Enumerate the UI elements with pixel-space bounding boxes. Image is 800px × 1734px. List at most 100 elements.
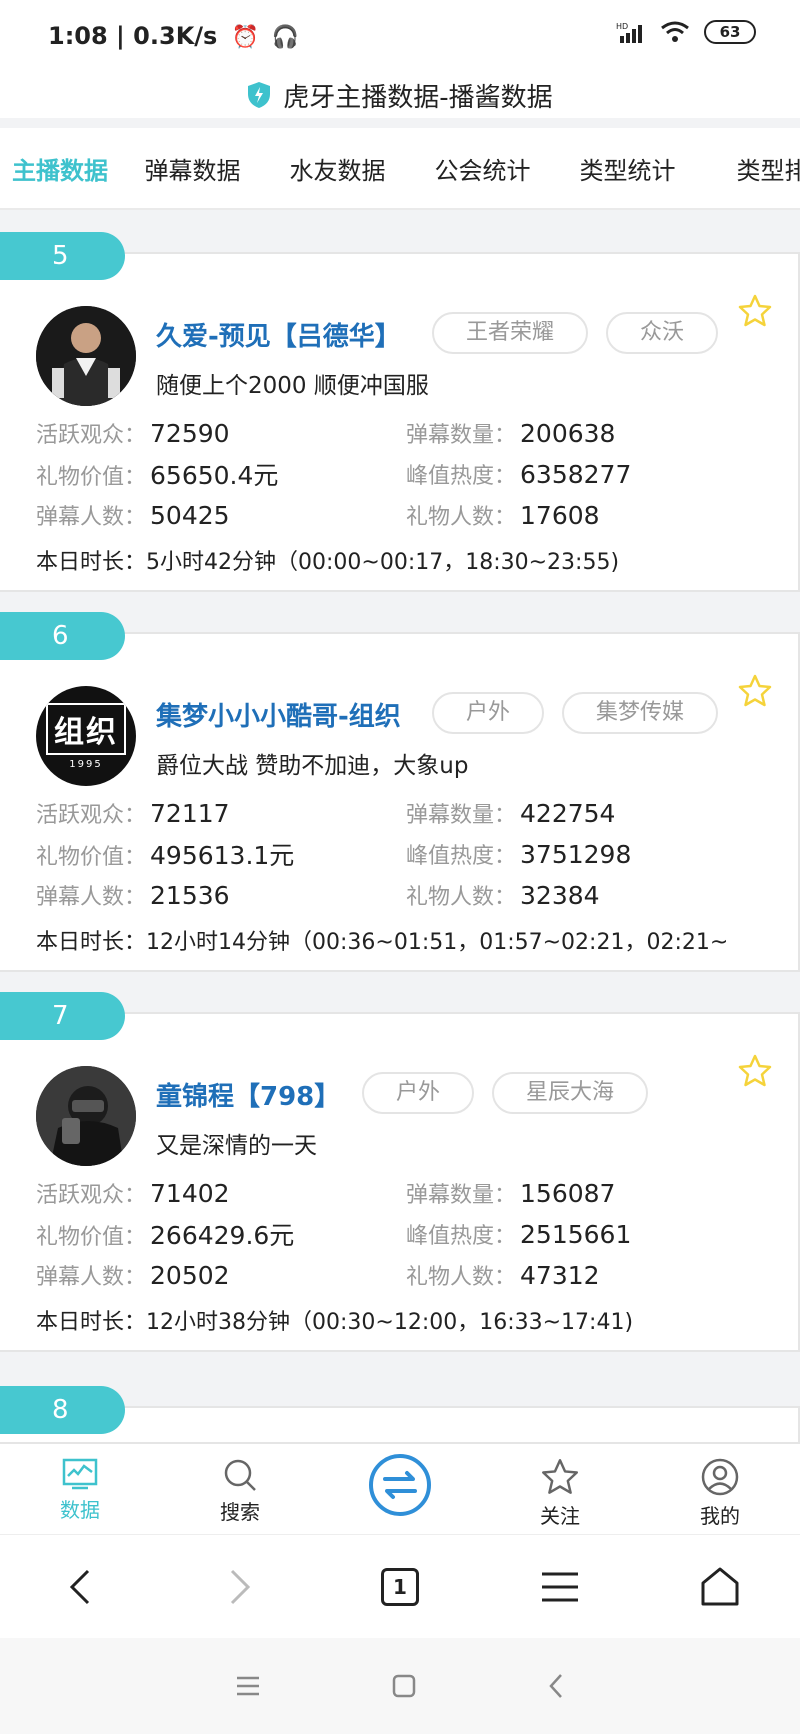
recents-icon[interactable] — [235, 1675, 261, 1697]
stat-label: 活跃观众： — [36, 422, 147, 448]
back-button[interactable] — [40, 1547, 120, 1627]
stat-label: 弹幕数量： — [406, 802, 517, 828]
stat-label: 弹幕数量： — [406, 1182, 517, 1208]
stat-label: 峰值热度： — [406, 463, 517, 489]
stats-grid: 活跃观众： 72117 弹幕数量： 422754 礼物价值： 495613.1元 峰值… — [36, 792, 776, 915]
home-button[interactable] — [680, 1547, 760, 1627]
stat-peak-heat: 3751298 — [520, 839, 632, 869]
signal-icon: HD — [616, 22, 642, 43]
star-icon[interactable] — [738, 674, 772, 708]
svg-text:HD: HD — [616, 22, 628, 31]
star-icon[interactable] — [738, 294, 772, 328]
alarm-icon: ⏰ — [231, 25, 260, 50]
stat-danmu-count: 422754 — [520, 798, 616, 828]
menu-icon — [542, 1572, 578, 1601]
nav-label: 我的 — [700, 1504, 740, 1528]
avatar-logo-text: 组织 — [46, 702, 126, 755]
stat-label: 礼物人数： — [406, 504, 517, 530]
shield-icon — [248, 82, 271, 108]
streamer-card[interactable]: 童锦程【798】 户外 星辰大海 又是深情的一天 活跃观众： 71402 弹幕数量… — [0, 1012, 800, 1352]
stat-label: 弹幕数量： — [406, 422, 517, 448]
category-tag[interactable]: 户外 — [432, 692, 545, 734]
rank-badge: 6 — [0, 612, 125, 660]
stat-danmu-users: 50425 — [150, 500, 230, 530]
menu-button[interactable] — [520, 1547, 600, 1627]
list-item: 6 组织 1995 集梦小小小酷哥-组织 户外 集梦传媒 爵位大战 赞助不加迪，… — [0, 592, 800, 972]
stat-danmu-count: 156087 — [520, 1178, 616, 1208]
nav-switch[interactable] — [320, 1444, 480, 1534]
nav-label: 关注 — [540, 1504, 580, 1528]
title-bar: 虎牙主播数据-播酱数据 — [0, 70, 800, 120]
stat-viewers: 72117 — [150, 798, 230, 828]
live-duration: 本日时长：12小时14分钟（00:36~01:51，01:57~02:21，02… — [36, 930, 729, 955]
stat-gift-users: 47312 — [520, 1260, 600, 1290]
tab-guild-stats[interactable]: 公会统计 — [410, 151, 555, 186]
star-icon[interactable] — [738, 1054, 772, 1088]
guild-tag[interactable]: 集梦传媒 — [562, 692, 719, 734]
stat-viewers: 72590 — [150, 418, 230, 448]
stat-danmu-users: 20502 — [150, 1260, 230, 1290]
streamer-name[interactable]: 集梦小小小酷哥-组织 — [156, 696, 401, 733]
streamer-name[interactable]: 久爱-预见【吕德华】 — [156, 316, 401, 353]
avatar[interactable] — [36, 1066, 136, 1166]
stat-label: 礼物人数： — [406, 1264, 517, 1290]
chart-icon — [62, 1458, 98, 1490]
rank-badge: 7 — [0, 992, 125, 1040]
browser-toolbar: 1 — [0, 1534, 800, 1638]
system-nav — [0, 1638, 800, 1734]
list-item: 7 童锦程【798】 户外 星辰大海 又是深情的一天 活跃观众： 71402 弹… — [0, 972, 800, 1352]
tabs-button[interactable]: 1 — [360, 1547, 440, 1627]
stat-danmu-count: 200638 — [520, 418, 616, 448]
nav-label: 数据 — [60, 1498, 100, 1522]
tab-type-stats[interactable]: 类型统计 — [555, 151, 700, 186]
tag-group: 户外 集梦传媒 — [432, 692, 719, 734]
nav-search[interactable]: 搜索 — [160, 1444, 320, 1534]
stat-label: 弹幕人数： — [36, 504, 147, 530]
tag-group: 王者荣耀 众沃 — [432, 312, 719, 354]
tab-danmu-data[interactable]: 弹幕数据 — [120, 151, 265, 186]
stat-label: 活跃观众： — [36, 1182, 147, 1208]
avatar[interactable] — [36, 306, 136, 406]
category-tabs: 主播数据 弹幕数据 水友数据 公会统计 类型统计 类型排 — [0, 128, 800, 210]
forward-button[interactable] — [200, 1547, 280, 1627]
streamer-card[interactable]: 久爱-预见【吕德华】 王者荣耀 众沃 随便上个2000 顺便冲国服 活跃观众： 7… — [0, 252, 800, 592]
avatar[interactable]: 组织 1995 — [36, 686, 136, 786]
stat-gift-users: 17608 — [520, 500, 600, 530]
star-outline-icon — [542, 1459, 578, 1494]
stat-label: 礼物价值： — [36, 464, 147, 490]
home-square-icon[interactable] — [391, 1673, 417, 1699]
stat-label: 弹幕人数： — [36, 884, 147, 910]
live-duration: 本日时长：12小时38分钟（00:30~12:00，16:33~17:41) — [36, 1310, 634, 1335]
nav-mine[interactable]: 我的 — [640, 1444, 800, 1534]
system-back-icon[interactable] — [547, 1672, 565, 1700]
bottom-nav: 数据 搜索 关注 我的 — [0, 1442, 800, 1534]
wifi-icon — [661, 21, 689, 42]
streamer-name[interactable]: 童锦程【798】 — [156, 1076, 340, 1113]
guild-tag[interactable]: 众沃 — [606, 312, 719, 354]
list-item: 5 久爱-预见【吕德华】 王者荣耀 众沃 随便上个2000 顺便冲国服 活跃观众… — [0, 212, 800, 592]
app-screen: 1:08 | 0.3K/s ⏰ 🎧 HD 63 虎牙主播数据-播酱数据 主播数据… — [0, 0, 800, 1734]
tag-group: 户外 星辰大海 — [362, 1072, 649, 1114]
streamer-card[interactable]: 组织 1995 集梦小小小酷哥-组织 户外 集梦传媒 爵位大战 赞助不加迪，大象… — [0, 632, 800, 972]
tab-streamer-data[interactable]: 主播数据 — [0, 151, 120, 186]
stat-gift-value: 495613.1元 — [150, 840, 295, 870]
stat-label: 活跃观众： — [36, 802, 147, 828]
category-tag[interactable]: 户外 — [362, 1072, 475, 1114]
chevron-right-icon — [230, 1569, 251, 1604]
stat-danmu-users: 21536 — [150, 880, 230, 910]
stat-label: 礼物人数： — [406, 884, 517, 910]
status-bar: 1:08 | 0.3K/s ⏰ 🎧 HD 63 — [0, 0, 800, 70]
tab-type-rank[interactable]: 类型排 — [700, 151, 800, 186]
tab-fan-data[interactable]: 水友数据 — [265, 151, 410, 186]
stat-label: 弹幕人数： — [36, 1264, 147, 1290]
guild-tag[interactable]: 星辰大海 — [492, 1072, 649, 1114]
search-icon — [224, 1459, 256, 1491]
list-item: 8 — [0, 1366, 800, 1442]
stat-viewers: 71402 — [150, 1178, 230, 1208]
headphones-icon: 🎧 — [271, 25, 299, 50]
category-tag[interactable]: 王者荣耀 — [432, 312, 589, 354]
live-duration: 本日时长：5小时42分钟（00:00~00:17，18:30~23:55) — [36, 550, 620, 575]
nav-data[interactable]: 数据 — [0, 1444, 160, 1534]
nav-follow[interactable]: 关注 — [480, 1444, 640, 1534]
switch-icon — [369, 1454, 431, 1516]
